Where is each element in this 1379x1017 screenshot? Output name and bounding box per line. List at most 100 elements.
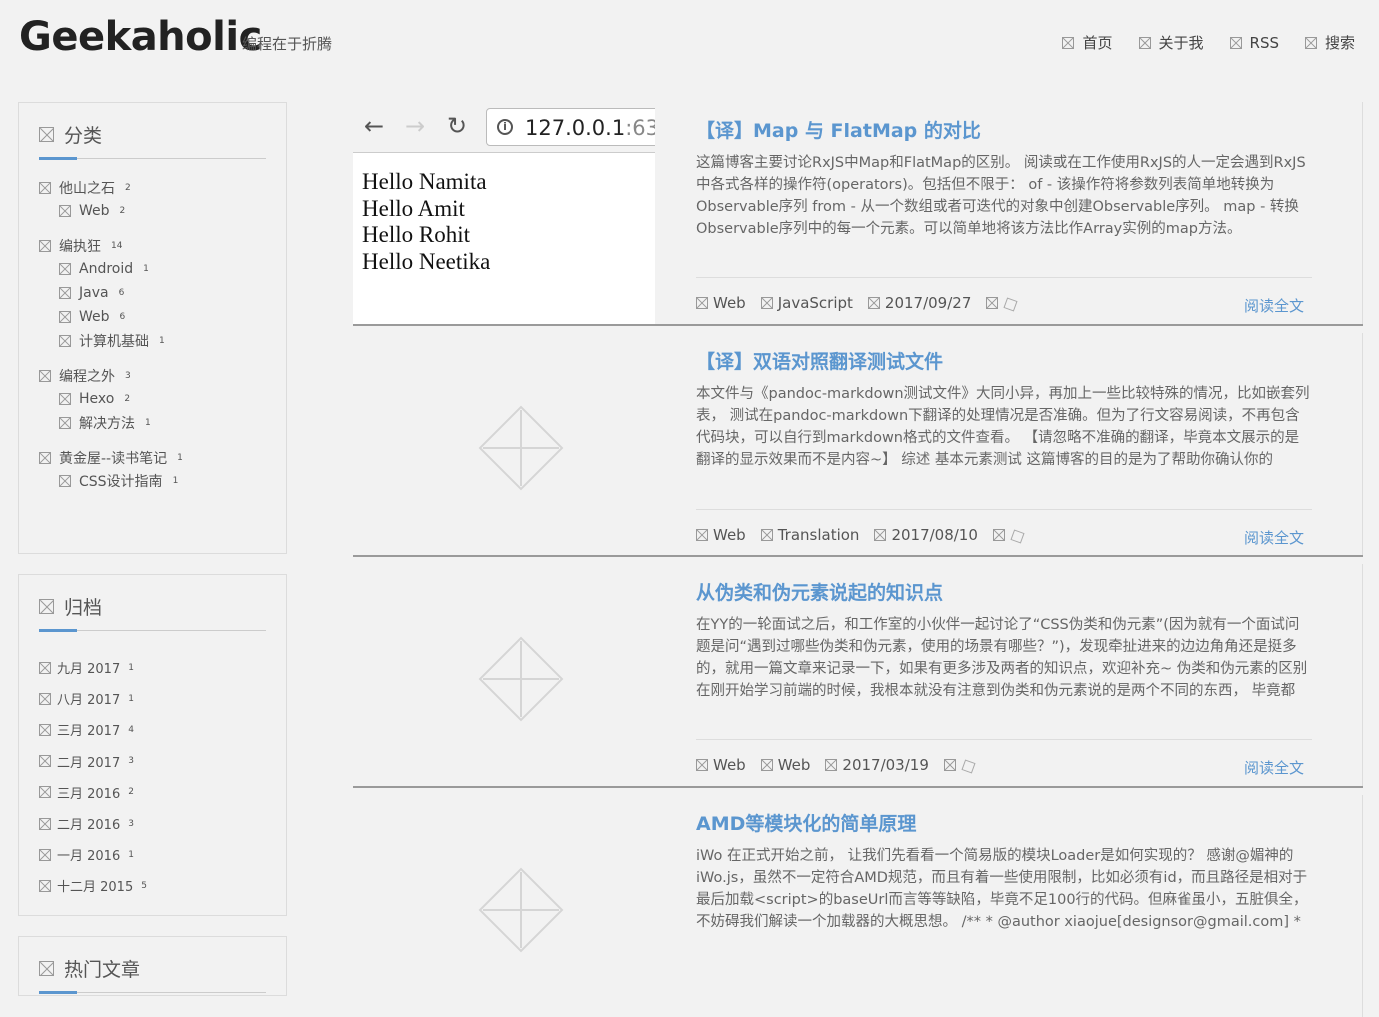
post-meta: Web Web 2017/03/19 阅读全文: [696, 739, 1312, 777]
archive-label: 八月 2017: [57, 693, 121, 709]
folder-icon: [59, 205, 71, 217]
subcategory-item[interactable]: Web 6: [59, 305, 266, 329]
subcategory-item[interactable]: Android 1: [59, 257, 266, 281]
archive-count: 3: [128, 756, 134, 767]
post-date-label: 2017/08/10: [891, 526, 978, 544]
post-comments[interactable]: [992, 528, 1024, 542]
archive-widget: 归档 九月 2017 1 八月 2017 1 三月 2017 4 二月 2017 3 三…: [18, 574, 287, 916]
post-tag[interactable]: JavaScript: [760, 294, 853, 312]
archive-label: 三月 2016: [57, 786, 121, 802]
post-date: 2017/03/19: [825, 756, 929, 774]
subcategory-item[interactable]: 计算机基础 1: [59, 329, 266, 353]
archive-item[interactable]: 二月 2017 3: [39, 746, 266, 777]
folder-icon: [59, 287, 71, 299]
post-date: 2017/08/10: [874, 526, 978, 544]
post-card: ← → ↻ i 127.0.0.1:633 Hello Namita Hello…: [353, 102, 1363, 324]
post-title[interactable]: 从伪类和伪元素说起的知识点: [696, 578, 1312, 604]
archive-count: 1: [128, 693, 134, 704]
subcategory-item[interactable]: Web 2: [59, 199, 266, 223]
post-thumbnail[interactable]: ← → ↻ i 127.0.0.1:633 Hello Namita Hello…: [353, 102, 655, 324]
archive-icon: [39, 599, 54, 614]
folder-icon: [59, 263, 71, 275]
calendar-icon: [39, 817, 51, 830]
archive-item[interactable]: 九月 2017 1: [39, 652, 266, 683]
site-subtitle: 编程在于折腾: [242, 35, 333, 53]
reload-icon: ↻: [447, 112, 468, 140]
image-placeholder-icon: [478, 867, 564, 953]
user-icon: [1138, 36, 1151, 49]
category-group: 黄金屋--读书笔记 1 CSS设计指南 1: [39, 447, 266, 493]
read-more-link[interactable]: 阅读全文: [1244, 757, 1304, 778]
category-count: 3: [125, 371, 131, 381]
post-card: AMD等模块化的简单原理 iWo 在正式开始之前， 让我们先看看一个简易版的模块…: [353, 795, 1363, 1017]
read-more-link[interactable]: 阅读全文: [1244, 527, 1304, 548]
post-tag[interactable]: Web: [760, 756, 810, 774]
post-category[interactable]: Web: [696, 294, 746, 312]
calendar-icon: [39, 661, 51, 674]
post-title[interactable]: AMD等模块化的简单原理: [696, 809, 1312, 835]
popular-heading: 热门文章: [39, 955, 266, 994]
post-tag-label: JavaScript: [777, 294, 853, 312]
folder-icon: [59, 393, 71, 405]
nav-about[interactable]: 关于我: [1138, 32, 1204, 53]
archive-item[interactable]: 一月 2016 1: [39, 839, 266, 870]
post-body: AMD等模块化的简单原理 iWo 在正式开始之前， 让我们先看看一个简易版的模块…: [696, 795, 1312, 935]
hello-line: Hello Amit: [362, 195, 465, 221]
post-thumbnail[interactable]: [353, 333, 655, 555]
archive-item[interactable]: 十二月 2015 5: [39, 870, 266, 901]
calendar-icon: [39, 786, 51, 799]
post-tag[interactable]: Translation: [760, 526, 859, 544]
category-label: 他山之石: [59, 181, 115, 197]
share-icon: [1003, 296, 1017, 310]
category-item[interactable]: 编程之外 3: [39, 365, 266, 387]
folder-icon: [59, 311, 71, 323]
post-category[interactable]: Web: [696, 756, 746, 774]
comment-icon: [986, 297, 999, 309]
post-body: 从伪类和伪元素说起的知识点 在YY的一轮面试之后，和工作室的小伙伴一起讨论了“C…: [696, 564, 1312, 777]
calendar-icon: [39, 692, 51, 705]
subcategory-item[interactable]: Hexo 2: [59, 387, 266, 411]
tag-icon: [760, 297, 773, 309]
post-title[interactable]: 【译】Map 与 FlatMap 的对比: [696, 116, 1312, 142]
archive-item[interactable]: 八月 2017 1: [39, 683, 266, 714]
category-item[interactable]: 编执狂 14: [39, 235, 266, 257]
site-title[interactable]: Geekaholic: [19, 14, 262, 60]
archive-item[interactable]: 三月 2016 2: [39, 777, 266, 808]
subcategory-item[interactable]: CSS设计指南 1: [59, 469, 266, 493]
comment-icon: [943, 759, 956, 771]
calendar-icon: [874, 529, 887, 541]
subcategory-item[interactable]: Java 6: [59, 281, 266, 305]
browser-page-content: Hello Namita Hello Amit Hello Rohit Hell…: [353, 153, 655, 275]
subcategory-count: 1: [172, 476, 179, 486]
folder-icon: [39, 370, 51, 382]
nav-search[interactable]: 搜索: [1304, 32, 1355, 53]
category-item[interactable]: 黄金屋--读书笔记 1: [39, 447, 266, 469]
post-thumbnail[interactable]: [353, 795, 655, 1017]
category-label: 黄金屋--读书笔记: [59, 451, 168, 467]
calendar-icon: [39, 755, 51, 768]
nav-rss-label: RSS: [1249, 33, 1279, 52]
subcategory-item[interactable]: 解决方法 1: [59, 411, 266, 435]
nav-about-label: 关于我: [1158, 34, 1204, 52]
archive-label: 二月 2017: [57, 755, 121, 771]
nav-rss[interactable]: RSS: [1229, 32, 1279, 53]
post-category-label: Web: [713, 294, 746, 312]
folder-icon: [39, 240, 51, 252]
archive-item[interactable]: 二月 2016 3: [39, 808, 266, 839]
read-more-link[interactable]: 阅读全文: [1244, 295, 1304, 316]
post-thumbnail[interactable]: [353, 564, 655, 786]
fire-icon: [39, 961, 54, 976]
folder-icon: [59, 417, 71, 429]
archive-item[interactable]: 三月 2017 4: [39, 714, 266, 745]
nav-home[interactable]: 首页: [1062, 32, 1113, 53]
archive-list: 九月 2017 1 八月 2017 1 三月 2017 4 二月 2017 3 三月 2…: [19, 631, 286, 902]
post-title[interactable]: 【译】双语对照翻译测试文件: [696, 347, 1312, 373]
post-comments[interactable]: [986, 296, 1017, 310]
post-date: 2017/09/27: [867, 294, 971, 312]
post-comments[interactable]: [943, 758, 975, 772]
post-category[interactable]: Web: [696, 526, 746, 544]
folder-icon: [59, 335, 71, 347]
back-arrow-icon: ←: [364, 112, 385, 140]
post-date-label: 2017/03/19: [842, 756, 929, 774]
category-item[interactable]: 他山之石 2: [39, 177, 266, 199]
